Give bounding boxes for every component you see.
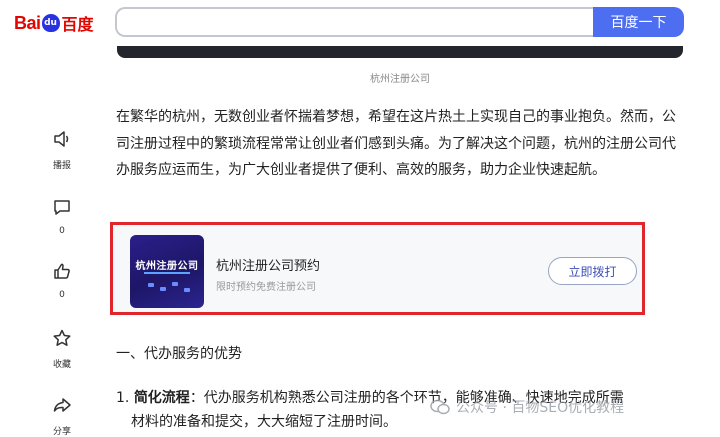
thumbnail-underline <box>144 272 190 274</box>
promo-card-body: 杭州注册公司 杭州注册公司预约 限时预约免费注册公司 立即拨打 <box>113 225 642 312</box>
call-now-button[interactable]: 立即拨打 <box>548 257 637 285</box>
search-input[interactable] <box>115 7 593 37</box>
broadcast-label: 播报 <box>52 161 71 171</box>
comment-icon <box>54 200 70 215</box>
image-caption: 杭州注册公司 <box>0 70 720 85</box>
comment-count: 0 <box>59 226 65 236</box>
image-caption-text: 杭州注册公司 <box>370 74 430 85</box>
like-count: 0 <box>59 290 65 300</box>
favorite-button[interactable]: 收藏 <box>40 329 84 370</box>
logo-text-bai: Bai <box>14 12 41 33</box>
thumbs-up-icon <box>54 263 70 279</box>
list-item-title: 简化流程 <box>133 390 190 406</box>
search-button[interactable]: 百度一下 <box>593 7 684 37</box>
speaker-icon <box>54 131 69 147</box>
logo-text-cn: 百度 <box>61 15 94 34</box>
share-button[interactable]: 分享 <box>40 396 84 437</box>
intro-paragraph: 在繁华的杭州，无数创业者怀揣着梦想，希望在这片热土上实现自己的事业抱负。然而，公… <box>116 109 676 178</box>
comment-button[interactable]: 0 <box>40 198 84 236</box>
thumbnail-title: 杭州注册公司 <box>135 261 199 272</box>
broadcast-button[interactable]: 播报 <box>40 130 84 171</box>
top-bar: Bai du 百度 百度一下 <box>0 0 720 46</box>
paw-icon: du <box>41 14 60 32</box>
wechat-icon <box>430 399 450 415</box>
like-button[interactable]: 0 <box>40 262 84 300</box>
favorite-label: 收藏 <box>52 360 71 370</box>
promo-thumbnail: 杭州注册公司 <box>130 235 204 308</box>
share-icon <box>53 398 71 412</box>
share-label: 分享 <box>52 427 71 437</box>
section-title: 一、代办服务的优势 <box>116 346 242 362</box>
promo-title: 杭州注册公司预约 <box>216 259 321 274</box>
thumbnail-decoration <box>140 281 194 295</box>
promo-subtitle: 限时预约免费注册公司 <box>216 282 316 293</box>
baidu-logo[interactable]: Bai du 百度 <box>14 10 94 36</box>
watermark: 公众号 · 百物SEO优化教程 <box>430 396 624 418</box>
promo-card[interactable]: 杭州注册公司 杭州注册公司预约 限时预约免费注册公司 立即拨打 <box>110 222 645 315</box>
logo-text-du: du <box>44 18 57 28</box>
star-icon <box>53 329 71 346</box>
watermark-text: 公众号 · 百物SEO优化教程 <box>456 400 625 416</box>
list-item-number: 1. <box>116 390 130 406</box>
